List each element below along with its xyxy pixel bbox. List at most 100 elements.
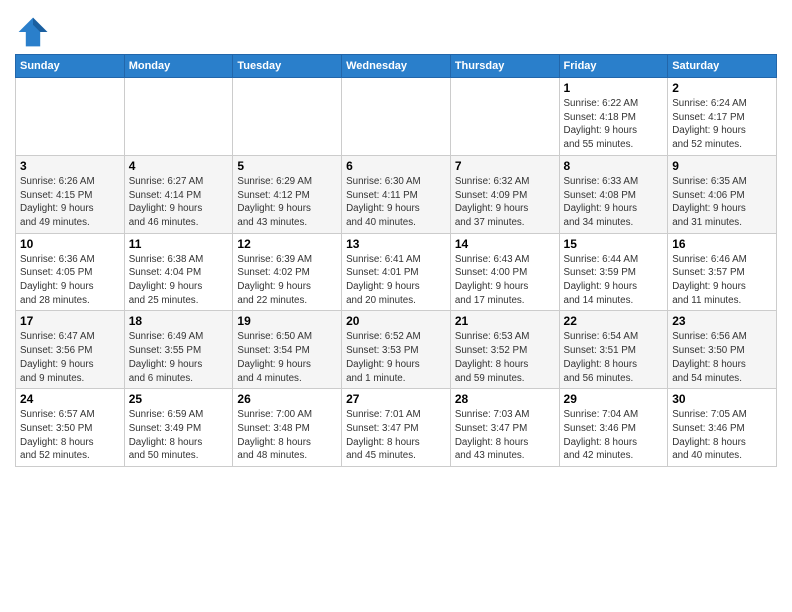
day-header: Monday <box>124 55 233 78</box>
day-header: Wednesday <box>342 55 451 78</box>
day-info: Sunrise: 6:41 AMSunset: 4:01 PMDaylight:… <box>346 253 446 308</box>
calendar-cell: 22 Sunrise: 6:54 AMSunset: 3:51 PMDayligh… <box>559 311 668 389</box>
calendar: SundayMondayTuesdayWednesdayThursdayFrid… <box>15 54 777 467</box>
day-info: Sunrise: 7:05 AMSunset: 3:46 PMDaylight:… <box>672 408 772 463</box>
day-number: 3 <box>20 159 120 173</box>
day-number: 19 <box>237 314 337 328</box>
day-info: Sunrise: 6:52 AMSunset: 3:53 PMDaylight:… <box>346 330 446 385</box>
day-info: Sunrise: 6:36 AMSunset: 4:05 PMDaylight:… <box>20 253 120 308</box>
calendar-cell: 21 Sunrise: 6:53 AMSunset: 3:52 PMDayligh… <box>450 311 559 389</box>
day-info: Sunrise: 6:57 AMSunset: 3:50 PMDaylight:… <box>20 408 120 463</box>
day-number: 8 <box>564 159 664 173</box>
day-number: 29 <box>564 392 664 406</box>
day-info: Sunrise: 7:03 AMSunset: 3:47 PMDaylight:… <box>455 408 555 463</box>
calendar-week-row: 10 Sunrise: 6:36 AMSunset: 4:05 PMDayligh… <box>16 233 777 311</box>
day-info: Sunrise: 6:22 AMSunset: 4:18 PMDaylight:… <box>564 97 664 152</box>
day-header: Friday <box>559 55 668 78</box>
day-number: 25 <box>129 392 229 406</box>
day-info: Sunrise: 6:54 AMSunset: 3:51 PMDaylight:… <box>564 330 664 385</box>
day-header: Sunday <box>16 55 125 78</box>
calendar-week-row: 1 Sunrise: 6:22 AMSunset: 4:18 PMDaylight… <box>16 78 777 156</box>
calendar-cell: 1 Sunrise: 6:22 AMSunset: 4:18 PMDaylight… <box>559 78 668 156</box>
calendar-cell: 17Sunrise: 6:47 AMSunset: 3:56 PMDayligh… <box>16 311 125 389</box>
calendar-cell: 5Sunrise: 6:29 AMSunset: 4:12 PMDaylight… <box>233 155 342 233</box>
day-info: Sunrise: 6:35 AMSunset: 4:06 PMDaylight:… <box>672 175 772 230</box>
day-number: 30 <box>672 392 772 406</box>
calendar-cell: 29 Sunrise: 7:04 AMSunset: 3:46 PMDayligh… <box>559 389 668 467</box>
day-number: 4 <box>129 159 229 173</box>
calendar-cell: 24 Sunrise: 6:57 AMSunset: 3:50 PMDayligh… <box>16 389 125 467</box>
day-info: Sunrise: 6:43 AMSunset: 4:00 PMDaylight:… <box>455 253 555 308</box>
day-header: Saturday <box>668 55 777 78</box>
calendar-cell: 27 Sunrise: 7:01 AMSunset: 3:47 PMDayligh… <box>342 389 451 467</box>
day-number: 20 <box>346 314 446 328</box>
calendar-cell: 6Sunrise: 6:30 AMSunset: 4:11 PMDaylight… <box>342 155 451 233</box>
calendar-cell: 8 Sunrise: 6:33 AMSunset: 4:08 PMDaylight… <box>559 155 668 233</box>
day-number: 12 <box>237 237 337 251</box>
calendar-cell <box>124 78 233 156</box>
day-number: 2 <box>672 81 772 95</box>
day-number: 28 <box>455 392 555 406</box>
calendar-cell: 15 Sunrise: 6:44 AMSunset: 3:59 PMDayligh… <box>559 233 668 311</box>
page: SundayMondayTuesdayWednesdayThursdayFrid… <box>0 0 792 482</box>
day-info: Sunrise: 7:00 AMSunset: 3:48 PMDaylight:… <box>237 408 337 463</box>
calendar-cell: 11 Sunrise: 6:38 AMSunset: 4:04 PMDayligh… <box>124 233 233 311</box>
calendar-cell: 30 Sunrise: 7:05 AMSunset: 3:46 PMDayligh… <box>668 389 777 467</box>
calendar-cell: 20 Sunrise: 6:52 AMSunset: 3:53 PMDayligh… <box>342 311 451 389</box>
day-number: 27 <box>346 392 446 406</box>
day-info: Sunrise: 7:04 AMSunset: 3:46 PMDaylight:… <box>564 408 664 463</box>
day-info: Sunrise: 6:24 AMSunset: 4:17 PMDaylight:… <box>672 97 772 152</box>
calendar-cell: 3 Sunrise: 6:26 AMSunset: 4:15 PMDaylight… <box>16 155 125 233</box>
calendar-cell: 16Sunrise: 6:46 AMSunset: 3:57 PMDayligh… <box>668 233 777 311</box>
day-number: 22 <box>564 314 664 328</box>
day-number: 15 <box>564 237 664 251</box>
day-number: 13 <box>346 237 446 251</box>
day-number: 9 <box>672 159 772 173</box>
calendar-cell: 26 Sunrise: 7:00 AMSunset: 3:48 PMDayligh… <box>233 389 342 467</box>
day-info: Sunrise: 6:38 AMSunset: 4:04 PMDaylight:… <box>129 253 229 308</box>
calendar-cell: 7 Sunrise: 6:32 AMSunset: 4:09 PMDaylight… <box>450 155 559 233</box>
day-number: 24 <box>20 392 120 406</box>
day-number: 10 <box>20 237 120 251</box>
calendar-cell: 19 Sunrise: 6:50 AMSunset: 3:54 PMDayligh… <box>233 311 342 389</box>
day-info: Sunrise: 6:27 AMSunset: 4:14 PMDaylight:… <box>129 175 229 230</box>
day-info: Sunrise: 6:33 AMSunset: 4:08 PMDaylight:… <box>564 175 664 230</box>
day-info: Sunrise: 6:53 AMSunset: 3:52 PMDaylight:… <box>455 330 555 385</box>
day-number: 23 <box>672 314 772 328</box>
calendar-cell: 14Sunrise: 6:43 AMSunset: 4:00 PMDayligh… <box>450 233 559 311</box>
day-info: Sunrise: 6:50 AMSunset: 3:54 PMDaylight:… <box>237 330 337 385</box>
day-number: 21 <box>455 314 555 328</box>
calendar-cell: 12Sunrise: 6:39 AMSunset: 4:02 PMDayligh… <box>233 233 342 311</box>
calendar-cell <box>16 78 125 156</box>
day-number: 1 <box>564 81 664 95</box>
day-number: 18 <box>129 314 229 328</box>
calendar-week-row: 3 Sunrise: 6:26 AMSunset: 4:15 PMDaylight… <box>16 155 777 233</box>
logo <box>15 14 53 50</box>
day-info: Sunrise: 6:29 AMSunset: 4:12 PMDaylight:… <box>237 175 337 230</box>
day-header: Thursday <box>450 55 559 78</box>
calendar-week-row: 17Sunrise: 6:47 AMSunset: 3:56 PMDayligh… <box>16 311 777 389</box>
day-info: Sunrise: 6:59 AMSunset: 3:49 PMDaylight:… <box>129 408 229 463</box>
day-info: Sunrise: 6:32 AMSunset: 4:09 PMDaylight:… <box>455 175 555 230</box>
day-info: Sunrise: 6:26 AMSunset: 4:15 PMDaylight:… <box>20 175 120 230</box>
day-info: Sunrise: 7:01 AMSunset: 3:47 PMDaylight:… <box>346 408 446 463</box>
day-number: 26 <box>237 392 337 406</box>
day-info: Sunrise: 6:44 AMSunset: 3:59 PMDaylight:… <box>564 253 664 308</box>
day-info: Sunrise: 6:46 AMSunset: 3:57 PMDaylight:… <box>672 253 772 308</box>
calendar-cell: 28 Sunrise: 7:03 AMSunset: 3:47 PMDayligh… <box>450 389 559 467</box>
day-number: 11 <box>129 237 229 251</box>
calendar-cell: 2 Sunrise: 6:24 AMSunset: 4:17 PMDaylight… <box>668 78 777 156</box>
calendar-cell: 13 Sunrise: 6:41 AMSunset: 4:01 PMDayligh… <box>342 233 451 311</box>
day-number: 6 <box>346 159 446 173</box>
calendar-cell: 9 Sunrise: 6:35 AMSunset: 4:06 PMDaylight… <box>668 155 777 233</box>
logo-icon <box>15 14 51 50</box>
day-info: Sunrise: 6:56 AMSunset: 3:50 PMDaylight:… <box>672 330 772 385</box>
calendar-cell: 4 Sunrise: 6:27 AMSunset: 4:14 PMDaylight… <box>124 155 233 233</box>
calendar-cell: 23 Sunrise: 6:56 AMSunset: 3:50 PMDayligh… <box>668 311 777 389</box>
day-number: 7 <box>455 159 555 173</box>
calendar-cell: 18Sunrise: 6:49 AMSunset: 3:55 PMDayligh… <box>124 311 233 389</box>
day-number: 17 <box>20 314 120 328</box>
calendar-cell <box>342 78 451 156</box>
calendar-cell: 10 Sunrise: 6:36 AMSunset: 4:05 PMDayligh… <box>16 233 125 311</box>
calendar-cell <box>233 78 342 156</box>
